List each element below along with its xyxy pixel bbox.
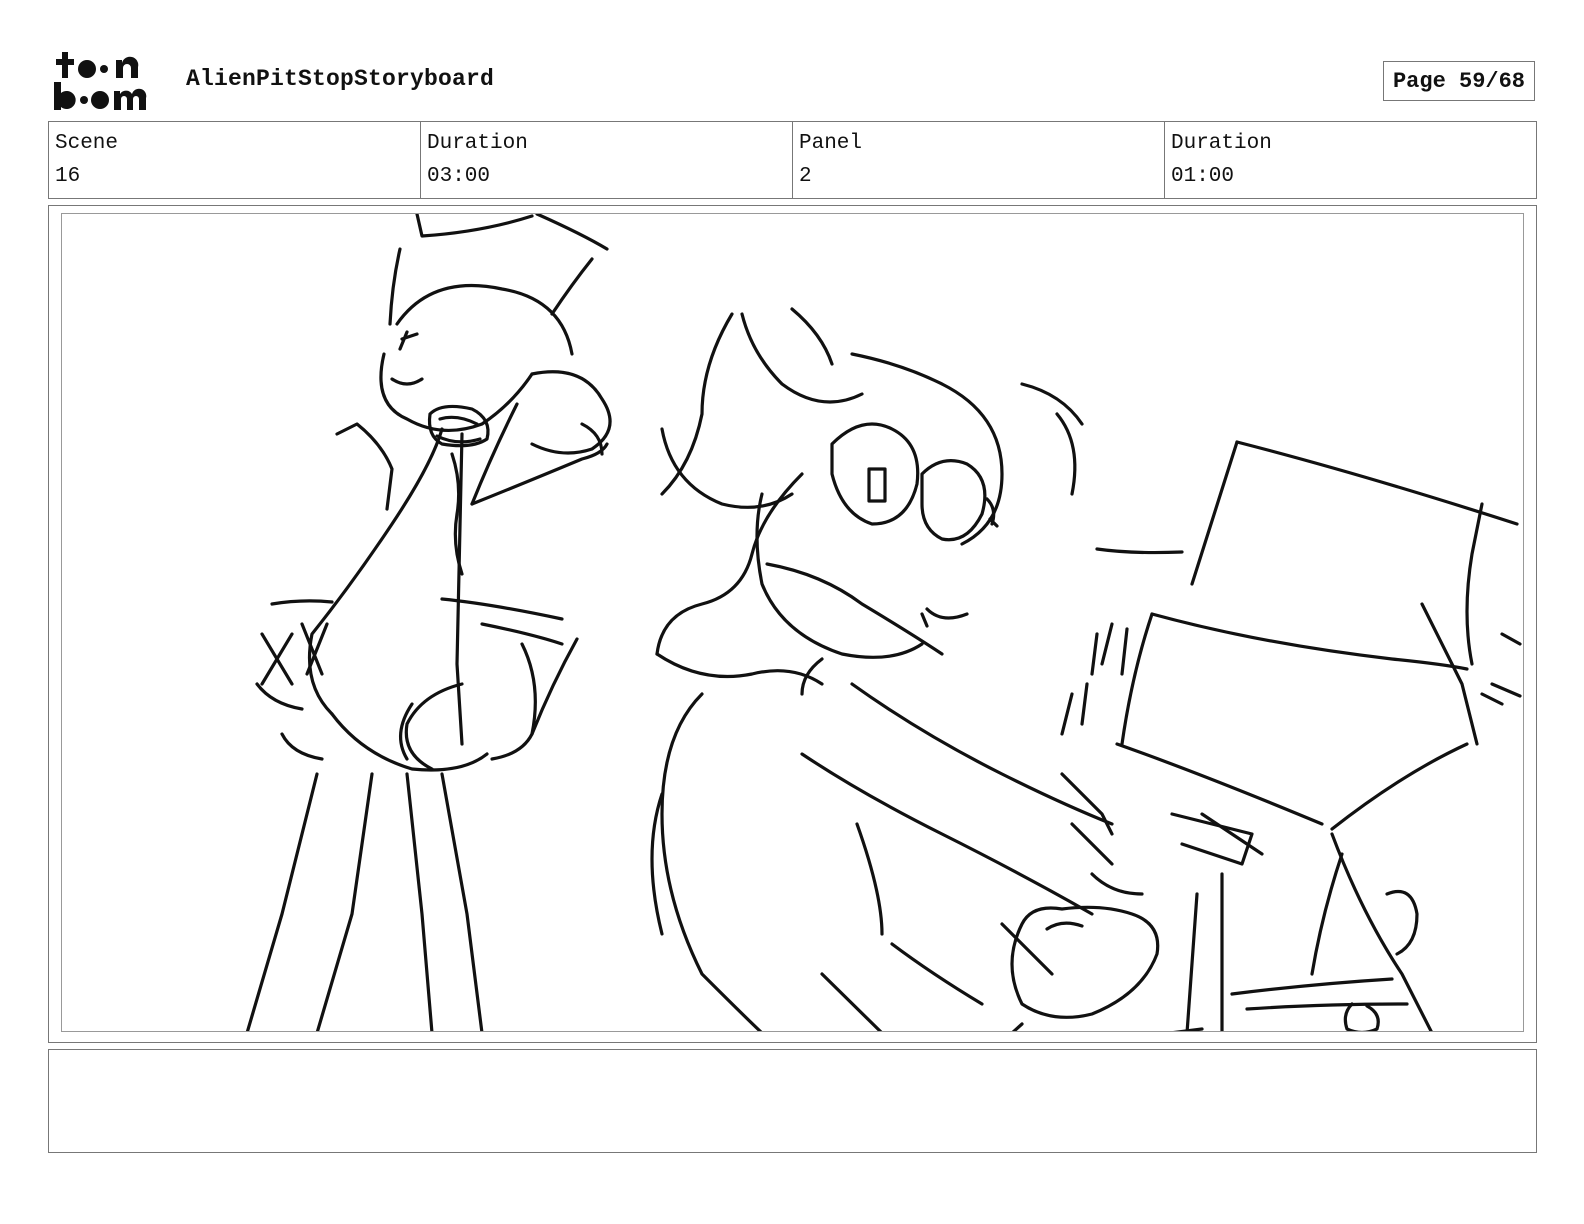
storyboard-panel-image	[61, 213, 1524, 1032]
panel-duration-cell: Duration 01:00	[1165, 122, 1536, 198]
page-indicator: Page 59/68	[1383, 61, 1535, 101]
scene-duration-cell: Duration 03:00	[421, 122, 793, 198]
panel-value: 2	[799, 165, 812, 188]
toon-boom-logo	[52, 50, 164, 112]
panel-duration-label: Duration	[1171, 132, 1272, 155]
panel-notes[interactable]	[48, 1049, 1537, 1153]
scene-duration-value: 03:00	[427, 165, 491, 188]
scene-value: 16	[55, 165, 81, 188]
panel-label: Panel	[799, 132, 863, 155]
scene-cell: Scene 16	[49, 122, 421, 198]
storyboard-sketch-icon	[245, 214, 1522, 1031]
scene-info-row: Scene 16 Duration 03:00 Panel 2 Duration…	[48, 121, 1537, 199]
panel-cell: Panel 2	[793, 122, 1165, 198]
project-title: AlienPitStopStoryboard	[186, 66, 495, 92]
scene-duration-label: Duration	[427, 132, 528, 155]
storyboard-panel-frame	[48, 205, 1537, 1043]
scene-label: Scene	[55, 132, 119, 155]
panel-duration-value: 01:00	[1171, 165, 1235, 188]
